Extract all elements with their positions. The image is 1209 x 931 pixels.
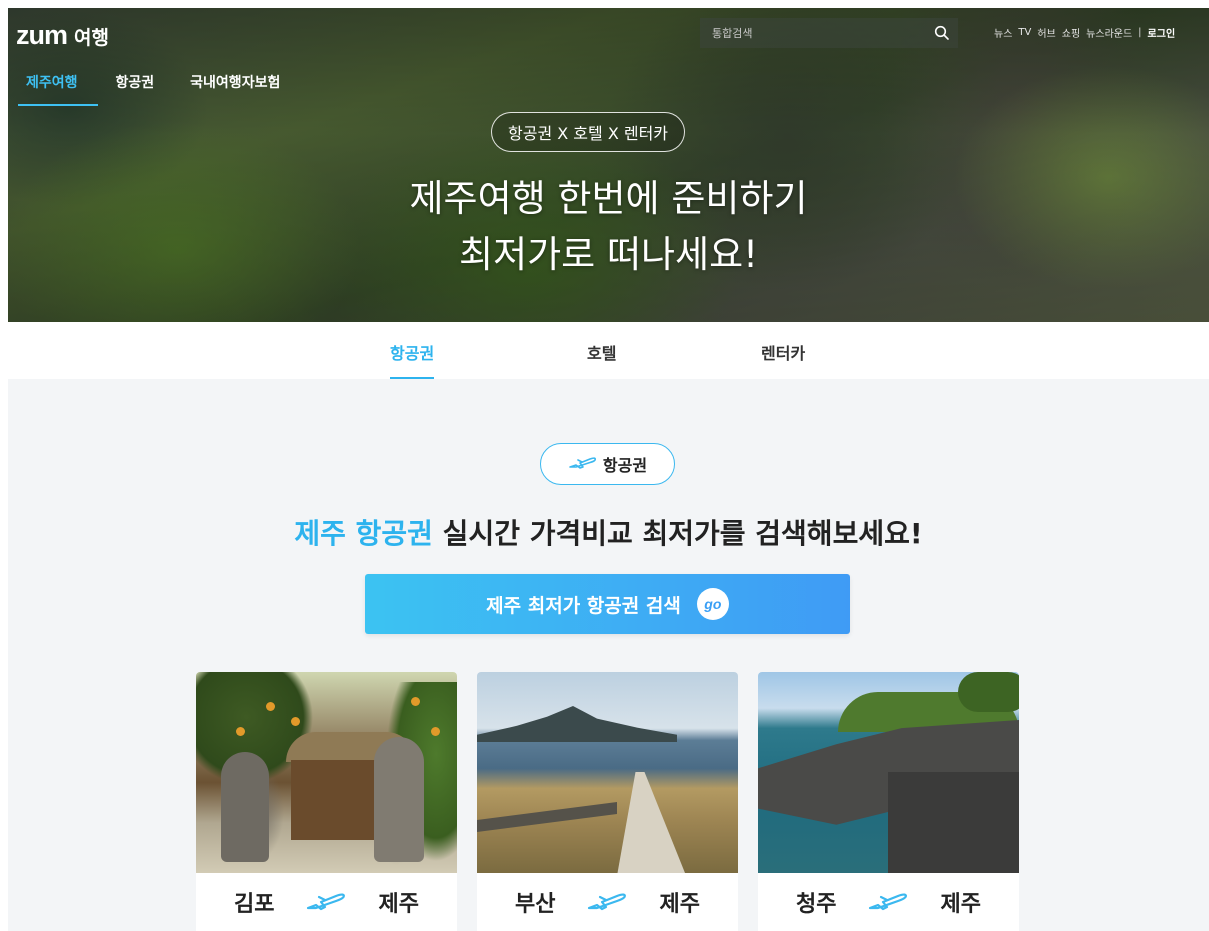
hero-title-line2: 최저가로 떠나세요! bbox=[459, 233, 758, 276]
search-icon[interactable] bbox=[934, 25, 950, 41]
section-pill: 항공권 bbox=[540, 443, 675, 485]
search-box bbox=[700, 18, 958, 48]
search-flights-button[interactable]: 제주 최저가 항공권 검색 go bbox=[365, 574, 850, 634]
hero-banner: zum 여행 제주여행 항공권 국내여행자보험 뉴스 TV 허브 쇼핑 뉴스라운… bbox=[8, 8, 1209, 322]
route-from: 김포 bbox=[234, 892, 275, 917]
plane-icon bbox=[568, 453, 598, 475]
route-from: 청주 bbox=[796, 892, 837, 917]
cta-label: 제주 최저가 항공권 검색 bbox=[486, 594, 681, 617]
section-pill-label: 항공권 bbox=[602, 456, 648, 475]
nav-item-jeju-travel[interactable]: 제주여행 bbox=[18, 66, 98, 106]
nav-item-travel-insurance[interactable]: 국내여행자보험 bbox=[172, 66, 298, 106]
logo-sub: 여행 bbox=[74, 27, 109, 49]
route-card-gimpo-jeju[interactable]: 김포 제주 bbox=[196, 672, 457, 931]
login-link[interactable]: 로그인 bbox=[1148, 25, 1176, 40]
route-from: 부산 bbox=[515, 892, 556, 917]
route-cards: 김포 제주 부산 제주 청주 제주 bbox=[196, 672, 1019, 931]
category-tabs: 항공권 호텔 렌터카 bbox=[0, 322, 1209, 379]
tab-hotel[interactable]: 호텔 bbox=[587, 340, 616, 379]
headline-rest: 실시간 가격비교 최저가를 검색해보세요! bbox=[432, 517, 923, 550]
route-to: 제주 bbox=[378, 892, 419, 917]
util-link-newsround[interactable]: 뉴스라운드 bbox=[1086, 25, 1132, 40]
card-image-hareubang bbox=[196, 672, 457, 873]
plane-icon bbox=[867, 887, 911, 917]
flights-section: 항공권 제주 항공권 실시간 가격비교 최저가를 검색해보세요! 제주 최저가 … bbox=[8, 379, 1209, 931]
route-to: 제주 bbox=[659, 892, 700, 917]
route-row: 청주 제주 bbox=[758, 873, 1019, 931]
util-link-tv[interactable]: TV bbox=[1018, 27, 1031, 38]
util-link-hub[interactable]: 허브 bbox=[1037, 25, 1055, 40]
main-nav: 제주여행 항공권 국내여행자보험 bbox=[18, 66, 298, 106]
util-link-shopping[interactable]: 쇼핑 bbox=[1062, 25, 1080, 40]
tab-rentcar[interactable]: 렌터카 bbox=[761, 340, 805, 379]
plane-icon bbox=[305, 887, 349, 917]
util-separator: | bbox=[1138, 27, 1142, 38]
section-headline: 제주 항공권 실시간 가격비교 최저가를 검색해보세요! bbox=[8, 512, 1209, 552]
util-link-news[interactable]: 뉴스 bbox=[994, 25, 1012, 40]
hero-pill: 항공권 X 호텔 X 렌터카 bbox=[491, 112, 686, 152]
route-row: 김포 제주 bbox=[196, 873, 457, 931]
route-card-cheongju-jeju[interactable]: 청주 제주 bbox=[758, 672, 1019, 931]
card-image-cliffs bbox=[758, 672, 1019, 873]
logo[interactable]: zum 여행 bbox=[16, 20, 109, 51]
route-to: 제주 bbox=[940, 892, 981, 917]
hero-title-line1: 제주여행 한번에 준비하기 bbox=[409, 177, 808, 220]
logo-mark: zum bbox=[16, 20, 68, 50]
go-badge: go bbox=[696, 588, 729, 620]
route-row: 부산 제주 bbox=[477, 873, 738, 931]
nav-item-flights[interactable]: 항공권 bbox=[98, 66, 173, 106]
headline-highlight: 제주 항공권 bbox=[294, 517, 433, 550]
tab-flights[interactable]: 항공권 bbox=[390, 340, 435, 379]
search-input[interactable] bbox=[712, 26, 912, 40]
route-card-busan-jeju[interactable]: 부산 제주 bbox=[477, 672, 738, 931]
plane-icon bbox=[586, 887, 630, 917]
card-image-coastal-path bbox=[477, 672, 738, 873]
utility-links: 뉴스 TV 허브 쇼핑 뉴스라운드 | 로그인 bbox=[994, 25, 1175, 40]
